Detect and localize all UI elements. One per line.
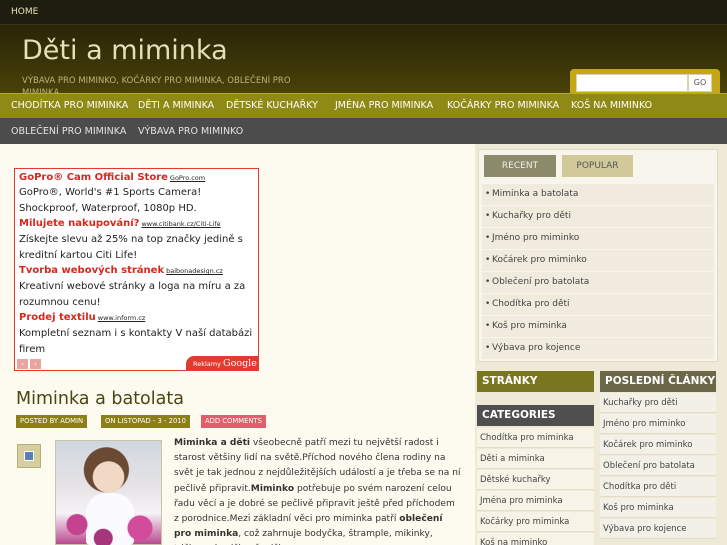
- site-title[interactable]: Děti a miminka: [22, 35, 228, 66]
- post-image: [55, 440, 162, 545]
- nav-item-choditka[interactable]: CHODÍTKA PRO MIMINKA: [11, 100, 128, 111]
- ad-url[interactable]: www.inform.cz: [98, 314, 146, 322]
- ad-title[interactable]: GoPro® Cam Official Store GoPro.com: [19, 172, 205, 183]
- top-bar: HOME: [0, 0, 727, 25]
- category-item[interactable]: Dětské kuchařky: [477, 470, 594, 490]
- ad-url[interactable]: GoPro.com: [170, 174, 205, 182]
- latest-post-item[interactable]: Koš pro miminka: [600, 498, 716, 518]
- ad-title[interactable]: Prodej textilu www.inform.cz: [19, 312, 145, 323]
- category-item[interactable]: Jména pro miminka: [477, 491, 594, 511]
- ad-box: GoPro® Cam Official Store GoPro.com GoPro…: [14, 168, 259, 371]
- category-item[interactable]: Koš na miminko: [477, 533, 594, 545]
- nav-item-kos[interactable]: KOŠ NA MIMINKO: [571, 100, 652, 111]
- ad-next-button[interactable]: ›: [30, 359, 41, 369]
- ad-title[interactable]: Milujete nakupování? www.citibank.cz/Citi…: [19, 218, 221, 229]
- recent-post-item[interactable]: Kočárek pro miminko: [482, 250, 714, 271]
- search-go-button[interactable]: GO: [688, 74, 712, 92]
- nav-item-jmena[interactable]: JMÉNA PRO MIMINKA: [335, 100, 433, 111]
- ad-text: Kompletní seznam i s kontakty V naší dat…: [19, 328, 253, 355]
- nav-item-vybava[interactable]: VÝBAVA PRO MIMINKO: [138, 126, 243, 137]
- add-comments-link[interactable]: ADD COMMENTS: [201, 415, 266, 428]
- post-author: POSTED BY ADMIN: [16, 415, 88, 428]
- nav-item-obleceni[interactable]: OBLEČENÍ PRO MIMINKA: [11, 126, 126, 137]
- site-header: Děti a miminka VÝBAVA PRO MIMINKO, KOČÁR…: [0, 25, 727, 98]
- recent-post-item[interactable]: Oblečení pro batolata: [482, 272, 714, 293]
- home-link[interactable]: HOME: [11, 7, 38, 17]
- google-logo: Google: [223, 358, 257, 369]
- recent-post-item[interactable]: Chodítka pro děti: [482, 294, 714, 315]
- primary-nav: CHODÍTKA PRO MIMINKA DĚTI A MIMINKA DĚTS…: [0, 93, 727, 118]
- latest-post-item[interactable]: Kočárek pro miminko: [600, 435, 716, 455]
- post-title[interactable]: Miminka a batolata: [16, 389, 184, 409]
- tabs-widget: RECENT POPULAR Miminka a batolata Kuchař…: [478, 149, 718, 362]
- post-body: Miminka a děti všeobecně patří mezi tu n…: [174, 438, 461, 545]
- pages-widget-title: STRÁNKY: [477, 371, 594, 392]
- ad-prev-button[interactable]: ‹: [17, 359, 28, 369]
- search-input[interactable]: [576, 74, 688, 92]
- latest-post-item[interactable]: Výbava pro kojence: [600, 519, 716, 539]
- recent-post-item[interactable]: Kuchařky pro děti: [482, 206, 714, 227]
- ad-title[interactable]: Tvorba webových stránek baibonadesign.cz: [19, 265, 223, 276]
- category-item[interactable]: Chodítka pro miminka: [477, 428, 594, 448]
- secondary-nav: OBLEČENÍ PRO MIMINKA VÝBAVA PRO MIMINKO: [0, 118, 727, 144]
- categories-widget-title: CATEGORIES: [477, 405, 594, 426]
- recent-post-item[interactable]: Koš pro miminka: [482, 316, 714, 337]
- latest-post-item[interactable]: Oblečení pro batolata: [600, 456, 716, 476]
- latest-posts-widget-title: POSLEDNÍ ČLÁNKY: [600, 371, 716, 392]
- nav-item-kocarky[interactable]: KOČÁRKY PRO MIMINKA: [447, 100, 559, 111]
- recent-post-item[interactable]: Miminka a batolata: [482, 184, 714, 205]
- ad-text: Získejte slevu až 25% na top značky jedi…: [19, 234, 243, 261]
- ad-text: Kreativní webové stránky a loga na míru …: [19, 281, 246, 308]
- category-item[interactable]: Kočárky pro miminka: [477, 512, 594, 532]
- ad-text: GoPro®, World's #1 Sports Camera! Shockp…: [19, 187, 202, 214]
- tab-recent[interactable]: RECENT: [484, 155, 556, 177]
- tab-popular[interactable]: POPULAR: [562, 155, 633, 177]
- recent-post-item[interactable]: Výbava pro kojence: [482, 338, 714, 359]
- ad-url[interactable]: baibonadesign.cz: [166, 267, 223, 275]
- latest-post-item[interactable]: Jméno pro miminko: [600, 414, 716, 434]
- ad-url[interactable]: www.citibank.cz/Citi-Life: [141, 220, 220, 228]
- nav-item-deti-a-miminka[interactable]: DĚTI A MIMINKA: [138, 100, 214, 111]
- nav-item-detske-kucharky[interactable]: DĚTSKÉ KUCHAŘKY: [226, 100, 318, 111]
- post-date: ON LISTOPAD - 3 - 2010: [101, 415, 190, 428]
- ad-label[interactable]: Reklamy Google: [186, 356, 258, 371]
- post-format-icon: [17, 444, 41, 468]
- latest-post-item[interactable]: Kuchařky pro děti: [600, 393, 716, 413]
- category-item[interactable]: Děti a miminka: [477, 449, 594, 469]
- latest-post-item[interactable]: Chodítka pro děti: [600, 477, 716, 497]
- recent-post-item[interactable]: Jméno pro miminko: [482, 228, 714, 249]
